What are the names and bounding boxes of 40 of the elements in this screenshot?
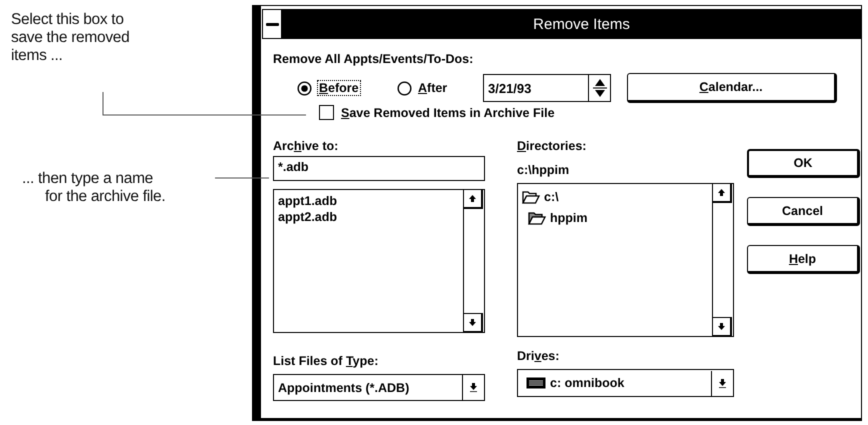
annotation-text: ... then type a name for the archive file. [22, 170, 166, 206]
directory-path: c:\hppim [517, 163, 570, 178]
dialog-button[interactable]: Help [747, 245, 860, 274]
radio-option[interactable]: Before [297, 80, 397, 96]
arrow-down-icon [468, 318, 477, 327]
remove-label: Remove All Appts/Events/To-Dos: [273, 51, 474, 67]
folder-icon [522, 190, 540, 204]
arrow-down-icon [717, 322, 726, 331]
system-menu-button[interactable] [262, 9, 282, 39]
archive-field[interactable]: *.adb [273, 156, 485, 181]
file-item[interactable]: appt2.adb [278, 209, 459, 225]
radio-option[interactable]: After [397, 80, 483, 96]
calendar-button[interactable]: Calendar... [627, 73, 837, 103]
scroll-down-button[interactable] [463, 313, 483, 333]
annotation-text: Select this box to save the removed items ... [11, 11, 130, 65]
save-checkbox[interactable]: Save Removed Items in Archive File [319, 105, 861, 120]
scroll-down-button[interactable] [712, 317, 732, 337]
file-type-label: List Files of Type: [273, 353, 380, 369]
scroll-up-button[interactable] [463, 189, 483, 209]
archive-label: Archive to: [273, 138, 340, 154]
arrow-up-icon [468, 194, 477, 203]
scroll-up-button[interactable] [712, 183, 732, 203]
drives-dropdown[interactable]: c: omnibook [517, 369, 734, 397]
dialog-button[interactable]: OK [747, 149, 860, 178]
drive-icon [526, 377, 546, 389]
scrollbar[interactable] [712, 184, 733, 336]
directory-item[interactable]: c:\ [522, 187, 559, 207]
directories-label: Directories: [517, 138, 588, 154]
file-type-dropdown[interactable]: Appointments (*.ADB) [273, 374, 485, 401]
spin-button[interactable] [589, 74, 611, 102]
dialog-button[interactable]: Cancel [747, 197, 860, 226]
arrow-down-icon [718, 378, 727, 388]
arrow-up-icon [717, 188, 726, 197]
file-item[interactable]: appt1.adb [278, 193, 459, 209]
scrollbar[interactable] [463, 190, 484, 332]
window-title: Remove Items [532, 16, 631, 32]
date-field[interactable]: 3/21/93 [483, 74, 589, 102]
drives-label: Drives: [517, 348, 560, 364]
directory-item[interactable]: hppim [528, 208, 588, 228]
arrow-down-icon [469, 383, 478, 392]
